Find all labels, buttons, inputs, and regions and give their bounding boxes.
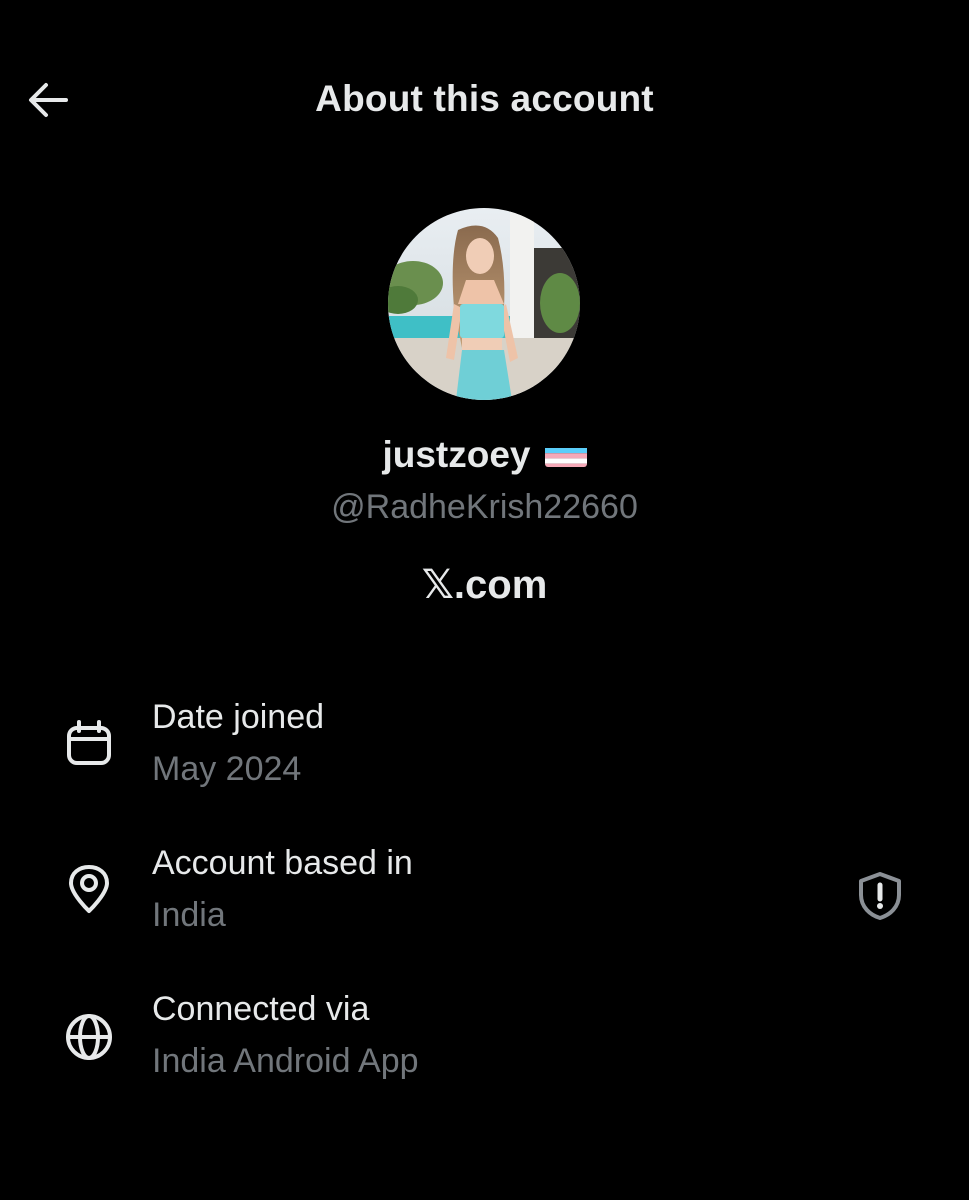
date-joined-value: May 2024 — [152, 750, 302, 788]
page-title: About this account — [315, 78, 654, 119]
avatar[interactable] — [388, 208, 580, 400]
connected-via-value: India Android App — [152, 1042, 419, 1080]
connected-via-label: Connected via — [152, 990, 370, 1028]
shield-alert-icon — [856, 871, 904, 926]
account-based-in-value: India — [152, 896, 226, 934]
globe-icon — [62, 1010, 116, 1064]
connected-via-row: Connected via India Android App — [0, 990, 969, 1090]
display-name-row: justzoey — [0, 434, 969, 476]
account-based-in-row: Account based in India — [0, 844, 969, 944]
account-based-in-label: Account based in — [152, 844, 413, 882]
transgender-flag-icon — [544, 441, 587, 468]
calendar-icon — [62, 716, 116, 770]
location-pin-icon — [62, 862, 116, 916]
date-joined-row: Date joined May 2024 — [0, 698, 969, 798]
location-info-button[interactable] — [852, 870, 908, 926]
date-joined-label: Date joined — [152, 698, 325, 736]
display-name: justzoey — [382, 434, 531, 475]
user-handle[interactable]: @RadheKrish22660 — [0, 488, 969, 527]
site-label: 𝕏.com — [421, 563, 548, 607]
